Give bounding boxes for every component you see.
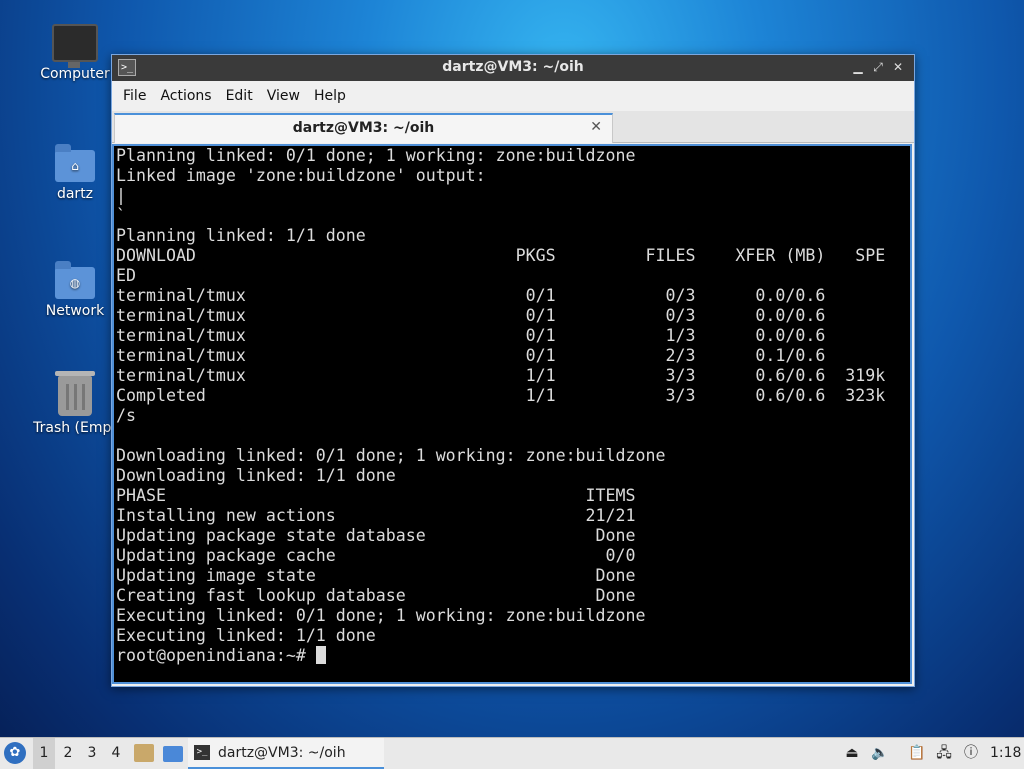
menu-file[interactable]: File: [116, 81, 153, 111]
terminal-line: Planning linked: 0/1 done; 1 working: zo…: [116, 146, 636, 165]
terminal-line: Downloading linked: 0/1 done; 1 working:…: [116, 446, 666, 465]
terminal-line: terminal/tmux 0/1 1/3 0.0/0.6: [116, 326, 826, 345]
menu-view[interactable]: View: [260, 81, 307, 111]
terminal-line: Installing new actions 21/21: [116, 506, 636, 525]
maximize-icon[interactable]: ⤢: [870, 59, 886, 75]
menu-actions[interactable]: Actions: [153, 81, 218, 111]
terminal-line: Planning linked: 1/1 done: [116, 226, 366, 245]
terminal-line: Executing linked: 1/1 done: [116, 626, 376, 645]
task-label: dartz@VM3: ~/oih: [218, 745, 346, 761]
terminal-window: >_ dartz@VM3: ~/oih ▁ ⤢ ✕ File Actions E…: [111, 54, 915, 687]
network-folder-icon: ◍: [55, 261, 95, 299]
window-titlebar[interactable]: >_ dartz@VM3: ~/oih ▁ ⤢ ✕: [112, 55, 914, 81]
terminal-line: terminal/tmux 0/1 0/3 0.0/0.6: [116, 286, 826, 305]
taskbar: ✿ 1 2 3 4 >_ dartz@VM3: ~/oih ⏏ 🔈 📋 🖧 ⓘ …: [0, 737, 1024, 769]
terminal-line: ED: [116, 266, 136, 285]
clock[interactable]: 1:18: [990, 738, 1021, 769]
terminal-line: Updating package state database Done: [116, 526, 636, 545]
desktop-icon-label: Network: [45, 303, 105, 319]
terminal-line: `: [116, 206, 126, 225]
workspace-1[interactable]: 1: [33, 738, 55, 769]
desktop-icon-home[interactable]: ⌂ dartz: [25, 144, 125, 202]
file-manager-icon[interactable]: [134, 744, 154, 762]
terminal-line: terminal/tmux 1/1 3/3 0.6/0.6 319k: [116, 366, 886, 385]
terminal-output[interactable]: Planning linked: 0/1 done; 1 working: zo…: [112, 144, 912, 684]
terminal-line: terminal/tmux 0/1 2/3 0.1/0.6: [116, 346, 826, 365]
clipboard-icon[interactable]: 📋: [907, 738, 927, 769]
updates-icon[interactable]: ⓘ: [961, 738, 981, 769]
terminal-line: Linked image 'zone:buildzone' output:: [116, 166, 486, 185]
notification-area-icon[interactable]: ⏏: [842, 738, 862, 769]
start-menu-icon[interactable]: ✿: [4, 742, 26, 764]
terminal-line: Updating image state Done: [116, 566, 636, 585]
terminal-line: Executing linked: 0/1 done; 1 working: z…: [116, 606, 646, 625]
network-icon[interactable]: 🖧: [934, 738, 954, 769]
terminal-line: /s: [116, 406, 136, 425]
workspace-4[interactable]: 4: [105, 738, 127, 769]
tab-terminal[interactable]: dartz@VM3: ~/oih ✕: [114, 113, 613, 143]
terminal-prompt-line[interactable]: root@openindiana:~#: [114, 646, 910, 666]
menubar: File Actions Edit View Help: [112, 81, 914, 111]
show-desktop-icon[interactable]: [163, 746, 183, 762]
terminal-line: terminal/tmux 0/1 0/3 0.0/0.6: [116, 306, 826, 325]
terminal-cursor: [315, 646, 326, 664]
computer-icon: [52, 24, 98, 68]
minimize-icon[interactable]: ▁: [850, 59, 866, 75]
terminal-line: Updating package cache 0/0: [116, 546, 636, 565]
tab-bar: dartz@VM3: ~/oih ✕: [112, 111, 914, 143]
taskbar-task-terminal[interactable]: >_ dartz@VM3: ~/oih: [188, 738, 384, 769]
terminal-line: DOWNLOAD PKGS FILES XFER (MB) SPE: [116, 246, 886, 265]
shell-prompt: root@openindiana:~#: [116, 646, 316, 665]
terminal-line: Downloading linked: 1/1 done: [116, 466, 396, 485]
desktop-icon-label: Computer: [40, 66, 110, 82]
desktop-icon-label: Trash (Empt: [33, 420, 117, 436]
desktop-icon-computer[interactable]: Computer: [25, 24, 125, 82]
workspace-2[interactable]: 2: [57, 738, 79, 769]
desktop-icon-label: dartz: [56, 186, 94, 202]
terminal-line: Creating fast lookup database Done: [116, 586, 636, 605]
window-title: dartz@VM3: ~/oih: [442, 59, 584, 75]
menu-help[interactable]: Help: [307, 81, 353, 111]
menu-edit[interactable]: Edit: [219, 81, 260, 111]
terminal-line: |: [116, 186, 126, 205]
close-icon[interactable]: ✕: [890, 59, 906, 75]
terminal-line: Completed 1/1 3/3 0.6/0.6 323k: [116, 386, 886, 405]
desktop-icon-network[interactable]: ◍ Network: [25, 261, 125, 319]
terminal-line: PHASE ITEMS: [116, 486, 636, 505]
volume-icon[interactable]: 🔈: [870, 738, 890, 769]
trash-icon: [55, 371, 95, 416]
workspace-3[interactable]: 3: [81, 738, 103, 769]
terminal-task-icon: >_: [194, 745, 210, 760]
home-folder-icon: ⌂: [55, 144, 95, 182]
tab-label: dartz@VM3: ~/oih: [292, 120, 435, 136]
tab-close-icon[interactable]: ✕: [590, 119, 602, 135]
terminal-text: Planning linked: 0/1 done; 1 working: zo…: [114, 146, 910, 646]
